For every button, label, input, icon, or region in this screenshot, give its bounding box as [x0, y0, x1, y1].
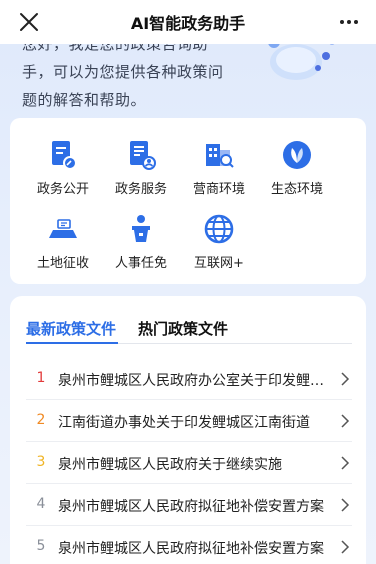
services-card: 政务公开 政务服务 营商环境 生态环境 土地征收 人事任免 互联网+ — [10, 118, 366, 284]
policy-rank: 1 — [36, 370, 46, 386]
policy-rank: 5 — [36, 538, 46, 554]
policy-list-card: 最新政策文件 热门政策文件 1 泉州市鲤城区人民政府办公室关于印发鲤城区 2 江… — [10, 296, 366, 564]
document-edit-icon — [52, 141, 77, 170]
policy-row[interactable]: 5 泉州市鲤城区人民政府拟征地补偿安置方案 — [26, 526, 352, 564]
policy-rank: 2 — [36, 412, 46, 428]
policy-title: 泉州市鲤城区人民政府拟征地补偿安置方案 — [58, 499, 324, 515]
policy-title: 泉州市鲤城区人民政府拟征地补偿安置方案 — [58, 541, 324, 557]
active-tab-indicator — [26, 342, 118, 344]
policy-row[interactable]: 1 泉州市鲤城区人民政府办公室关于印发鲤城区 — [26, 358, 352, 400]
chevron-right-icon — [341, 540, 350, 554]
page-title: AI智能政务助手 — [130, 14, 246, 33]
service-label: 生态环境 — [270, 182, 323, 197]
document-user-icon — [130, 141, 156, 170]
policy-rank: 3 — [36, 454, 46, 470]
policy-title: 泉州市鲤城区人民政府关于继续实施 — [58, 457, 282, 473]
service-label: 土地征收 — [36, 256, 89, 271]
chevron-right-icon — [341, 498, 350, 512]
globe-icon — [204, 214, 234, 244]
service-label: 互联网+ — [194, 256, 244, 271]
policy-title: 江南街道办事处关于印发鲤城区江南街道 — [58, 415, 310, 431]
land-icon — [49, 219, 77, 238]
service-label: 政务服务 — [114, 182, 167, 197]
close-icon[interactable] — [18, 11, 40, 33]
service-item-business-env[interactable]: 营商环境 — [178, 138, 260, 197]
service-label: 人事任免 — [114, 256, 167, 271]
chevron-right-icon — [341, 414, 350, 428]
podium-icon — [132, 215, 150, 242]
greeting-line-3: 题的解答和帮助。 — [22, 91, 147, 109]
top-bar: AI智能政务助手 — [0, 0, 376, 44]
policy-title: 泉州市鲤城区人民政府办公室关于印发鲤城区 — [58, 373, 326, 389]
service-item-internet-plus[interactable]: 互联网+ — [178, 212, 260, 271]
leaf-icon — [283, 141, 311, 169]
service-item-gov-affairs-open[interactable]: 政务公开 — [22, 138, 104, 197]
chevron-right-icon — [341, 372, 350, 386]
service-label: 营商环境 — [192, 182, 245, 197]
chevron-right-icon — [341, 456, 350, 470]
services-grid: 政务公开 政务服务 营商环境 生态环境 土地征收 人事任免 互联网+ — [10, 118, 366, 284]
policy-row[interactable]: 3 泉州市鲤城区人民政府关于继续实施 — [26, 442, 352, 484]
policy-row[interactable]: 2 江南街道办事处关于印发鲤城区江南街道 — [26, 400, 352, 442]
greeting-line-2: 手，可以为您提供各种政策问 — [22, 63, 224, 81]
service-item-personnel[interactable]: 人事任免 — [100, 212, 182, 271]
building-search-icon — [206, 144, 234, 168]
more-icon[interactable] — [338, 12, 360, 32]
policy-row[interactable]: 4 泉州市鲤城区人民政府拟征地补偿安置方案 — [26, 484, 352, 526]
tab-latest-policies[interactable]: 最新政策文件 — [26, 318, 116, 339]
service-label: 政务公开 — [36, 182, 89, 197]
service-item-land-acquisition[interactable]: 土地征收 — [22, 212, 104, 271]
tab-hot-policies[interactable]: 热门政策文件 — [138, 318, 228, 339]
policy-tabs: 最新政策文件 热门政策文件 — [26, 318, 352, 344]
service-item-eco-env[interactable]: 生态环境 — [256, 138, 338, 197]
service-item-gov-services[interactable]: 政务服务 — [100, 138, 182, 197]
policy-rank: 4 — [36, 496, 46, 512]
